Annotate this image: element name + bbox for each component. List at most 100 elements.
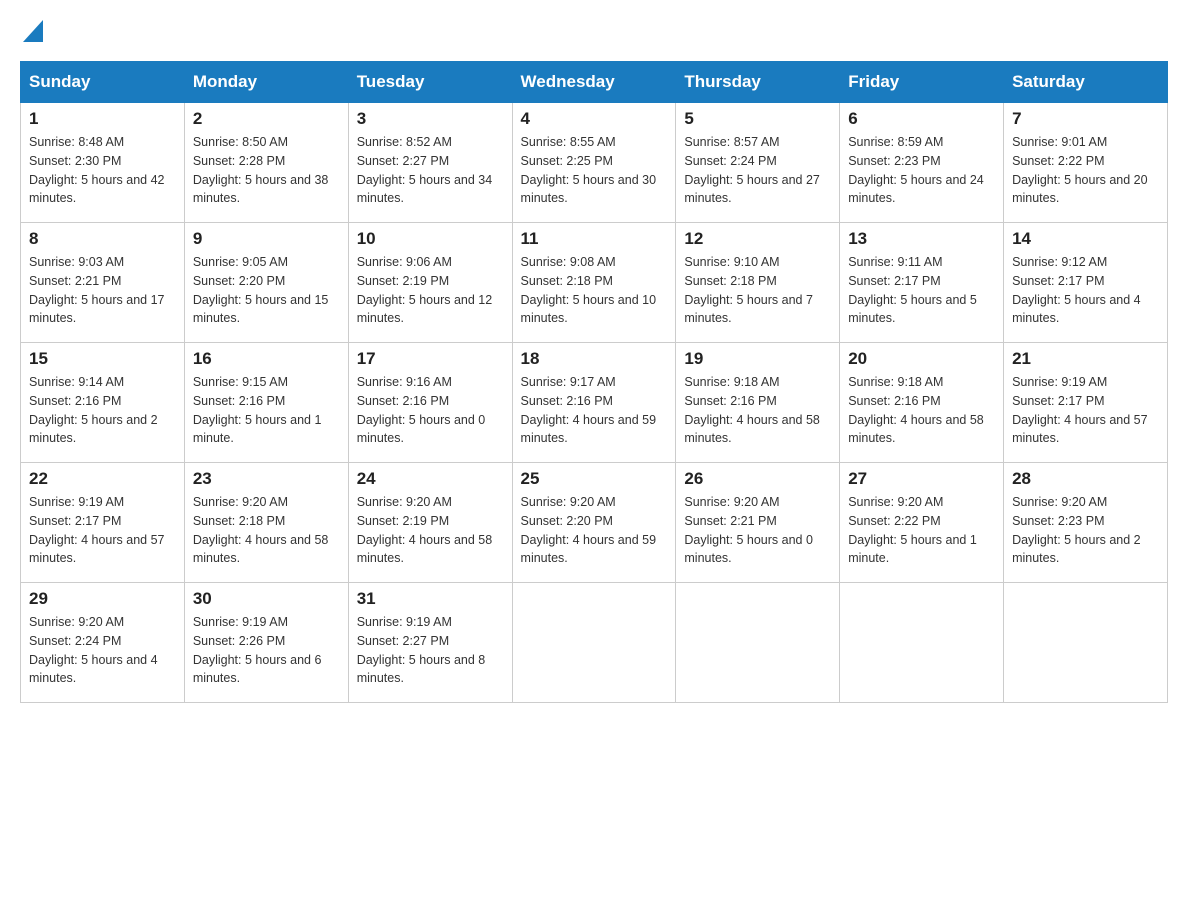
day-info: Sunrise: 9:20 AMSunset: 2:22 PMDaylight:… xyxy=(848,493,995,568)
calendar-cell: 10 Sunrise: 9:06 AMSunset: 2:19 PMDaylig… xyxy=(348,223,512,343)
day-info: Sunrise: 9:18 AMSunset: 2:16 PMDaylight:… xyxy=(684,373,831,448)
page-header xyxy=(20,20,1168,45)
day-number: 3 xyxy=(357,109,504,129)
calendar-cell: 9 Sunrise: 9:05 AMSunset: 2:20 PMDayligh… xyxy=(184,223,348,343)
calendar-cell: 14 Sunrise: 9:12 AMSunset: 2:17 PMDaylig… xyxy=(1004,223,1168,343)
day-number: 12 xyxy=(684,229,831,249)
calendar-week-row: 29 Sunrise: 9:20 AMSunset: 2:24 PMDaylig… xyxy=(21,583,1168,703)
day-info: Sunrise: 9:19 AMSunset: 2:26 PMDaylight:… xyxy=(193,613,340,688)
calendar-cell: 6 Sunrise: 8:59 AMSunset: 2:23 PMDayligh… xyxy=(840,103,1004,223)
day-info: Sunrise: 9:10 AMSunset: 2:18 PMDaylight:… xyxy=(684,253,831,328)
calendar-cell: 27 Sunrise: 9:20 AMSunset: 2:22 PMDaylig… xyxy=(840,463,1004,583)
day-number: 5 xyxy=(684,109,831,129)
calendar-week-row: 22 Sunrise: 9:19 AMSunset: 2:17 PMDaylig… xyxy=(21,463,1168,583)
day-number: 1 xyxy=(29,109,176,129)
day-number: 8 xyxy=(29,229,176,249)
logo-triangle-icon xyxy=(23,20,43,42)
day-info: Sunrise: 9:08 AMSunset: 2:18 PMDaylight:… xyxy=(521,253,668,328)
day-number: 26 xyxy=(684,469,831,489)
day-info: Sunrise: 9:20 AMSunset: 2:21 PMDaylight:… xyxy=(684,493,831,568)
day-number: 22 xyxy=(29,469,176,489)
day-number: 19 xyxy=(684,349,831,369)
weekday-header-friday: Friday xyxy=(840,62,1004,103)
day-number: 6 xyxy=(848,109,995,129)
calendar-cell xyxy=(840,583,1004,703)
day-number: 31 xyxy=(357,589,504,609)
day-info: Sunrise: 9:20 AMSunset: 2:23 PMDaylight:… xyxy=(1012,493,1159,568)
day-number: 13 xyxy=(848,229,995,249)
calendar-cell: 2 Sunrise: 8:50 AMSunset: 2:28 PMDayligh… xyxy=(184,103,348,223)
calendar-cell: 15 Sunrise: 9:14 AMSunset: 2:16 PMDaylig… xyxy=(21,343,185,463)
day-info: Sunrise: 8:57 AMSunset: 2:24 PMDaylight:… xyxy=(684,133,831,208)
day-info: Sunrise: 9:20 AMSunset: 2:24 PMDaylight:… xyxy=(29,613,176,688)
day-number: 20 xyxy=(848,349,995,369)
calendar-cell: 4 Sunrise: 8:55 AMSunset: 2:25 PMDayligh… xyxy=(512,103,676,223)
day-number: 21 xyxy=(1012,349,1159,369)
calendar-week-row: 15 Sunrise: 9:14 AMSunset: 2:16 PMDaylig… xyxy=(21,343,1168,463)
day-info: Sunrise: 9:19 AMSunset: 2:27 PMDaylight:… xyxy=(357,613,504,688)
weekday-header-thursday: Thursday xyxy=(676,62,840,103)
day-number: 25 xyxy=(521,469,668,489)
calendar-week-row: 8 Sunrise: 9:03 AMSunset: 2:21 PMDayligh… xyxy=(21,223,1168,343)
day-number: 11 xyxy=(521,229,668,249)
day-number: 16 xyxy=(193,349,340,369)
calendar-table: SundayMondayTuesdayWednesdayThursdayFrid… xyxy=(20,61,1168,703)
calendar-cell: 17 Sunrise: 9:16 AMSunset: 2:16 PMDaylig… xyxy=(348,343,512,463)
day-info: Sunrise: 9:12 AMSunset: 2:17 PMDaylight:… xyxy=(1012,253,1159,328)
day-info: Sunrise: 9:19 AMSunset: 2:17 PMDaylight:… xyxy=(29,493,176,568)
day-info: Sunrise: 9:17 AMSunset: 2:16 PMDaylight:… xyxy=(521,373,668,448)
calendar-cell: 18 Sunrise: 9:17 AMSunset: 2:16 PMDaylig… xyxy=(512,343,676,463)
logo xyxy=(20,20,43,45)
calendar-cell: 28 Sunrise: 9:20 AMSunset: 2:23 PMDaylig… xyxy=(1004,463,1168,583)
calendar-cell: 23 Sunrise: 9:20 AMSunset: 2:18 PMDaylig… xyxy=(184,463,348,583)
day-info: Sunrise: 9:19 AMSunset: 2:17 PMDaylight:… xyxy=(1012,373,1159,448)
day-number: 17 xyxy=(357,349,504,369)
calendar-cell: 19 Sunrise: 9:18 AMSunset: 2:16 PMDaylig… xyxy=(676,343,840,463)
day-info: Sunrise: 9:03 AMSunset: 2:21 PMDaylight:… xyxy=(29,253,176,328)
day-number: 28 xyxy=(1012,469,1159,489)
day-info: Sunrise: 9:06 AMSunset: 2:19 PMDaylight:… xyxy=(357,253,504,328)
day-info: Sunrise: 8:55 AMSunset: 2:25 PMDaylight:… xyxy=(521,133,668,208)
calendar-cell: 26 Sunrise: 9:20 AMSunset: 2:21 PMDaylig… xyxy=(676,463,840,583)
calendar-cell xyxy=(512,583,676,703)
calendar-cell: 1 Sunrise: 8:48 AMSunset: 2:30 PMDayligh… xyxy=(21,103,185,223)
calendar-cell: 29 Sunrise: 9:20 AMSunset: 2:24 PMDaylig… xyxy=(21,583,185,703)
calendar-cell: 3 Sunrise: 8:52 AMSunset: 2:27 PMDayligh… xyxy=(348,103,512,223)
day-number: 14 xyxy=(1012,229,1159,249)
calendar-cell xyxy=(676,583,840,703)
calendar-cell: 11 Sunrise: 9:08 AMSunset: 2:18 PMDaylig… xyxy=(512,223,676,343)
weekday-header-monday: Monday xyxy=(184,62,348,103)
calendar-cell: 8 Sunrise: 9:03 AMSunset: 2:21 PMDayligh… xyxy=(21,223,185,343)
day-number: 18 xyxy=(521,349,668,369)
calendar-cell: 20 Sunrise: 9:18 AMSunset: 2:16 PMDaylig… xyxy=(840,343,1004,463)
calendar-cell: 16 Sunrise: 9:15 AMSunset: 2:16 PMDaylig… xyxy=(184,343,348,463)
calendar-cell: 13 Sunrise: 9:11 AMSunset: 2:17 PMDaylig… xyxy=(840,223,1004,343)
calendar-cell xyxy=(1004,583,1168,703)
day-info: Sunrise: 9:18 AMSunset: 2:16 PMDaylight:… xyxy=(848,373,995,448)
day-info: Sunrise: 9:14 AMSunset: 2:16 PMDaylight:… xyxy=(29,373,176,448)
calendar-cell: 30 Sunrise: 9:19 AMSunset: 2:26 PMDaylig… xyxy=(184,583,348,703)
day-number: 23 xyxy=(193,469,340,489)
day-info: Sunrise: 9:20 AMSunset: 2:19 PMDaylight:… xyxy=(357,493,504,568)
day-number: 15 xyxy=(29,349,176,369)
day-info: Sunrise: 9:15 AMSunset: 2:16 PMDaylight:… xyxy=(193,373,340,448)
day-number: 10 xyxy=(357,229,504,249)
day-info: Sunrise: 8:50 AMSunset: 2:28 PMDaylight:… xyxy=(193,133,340,208)
calendar-cell: 5 Sunrise: 8:57 AMSunset: 2:24 PMDayligh… xyxy=(676,103,840,223)
calendar-cell: 7 Sunrise: 9:01 AMSunset: 2:22 PMDayligh… xyxy=(1004,103,1168,223)
calendar-cell: 21 Sunrise: 9:19 AMSunset: 2:17 PMDaylig… xyxy=(1004,343,1168,463)
day-number: 29 xyxy=(29,589,176,609)
weekday-header-wednesday: Wednesday xyxy=(512,62,676,103)
day-info: Sunrise: 8:48 AMSunset: 2:30 PMDaylight:… xyxy=(29,133,176,208)
day-info: Sunrise: 9:11 AMSunset: 2:17 PMDaylight:… xyxy=(848,253,995,328)
weekday-header-saturday: Saturday xyxy=(1004,62,1168,103)
day-info: Sunrise: 8:52 AMSunset: 2:27 PMDaylight:… xyxy=(357,133,504,208)
day-number: 27 xyxy=(848,469,995,489)
calendar-week-row: 1 Sunrise: 8:48 AMSunset: 2:30 PMDayligh… xyxy=(21,103,1168,223)
day-number: 4 xyxy=(521,109,668,129)
calendar-cell: 22 Sunrise: 9:19 AMSunset: 2:17 PMDaylig… xyxy=(21,463,185,583)
day-number: 7 xyxy=(1012,109,1159,129)
weekday-header-row: SundayMondayTuesdayWednesdayThursdayFrid… xyxy=(21,62,1168,103)
day-info: Sunrise: 9:20 AMSunset: 2:20 PMDaylight:… xyxy=(521,493,668,568)
day-number: 24 xyxy=(357,469,504,489)
